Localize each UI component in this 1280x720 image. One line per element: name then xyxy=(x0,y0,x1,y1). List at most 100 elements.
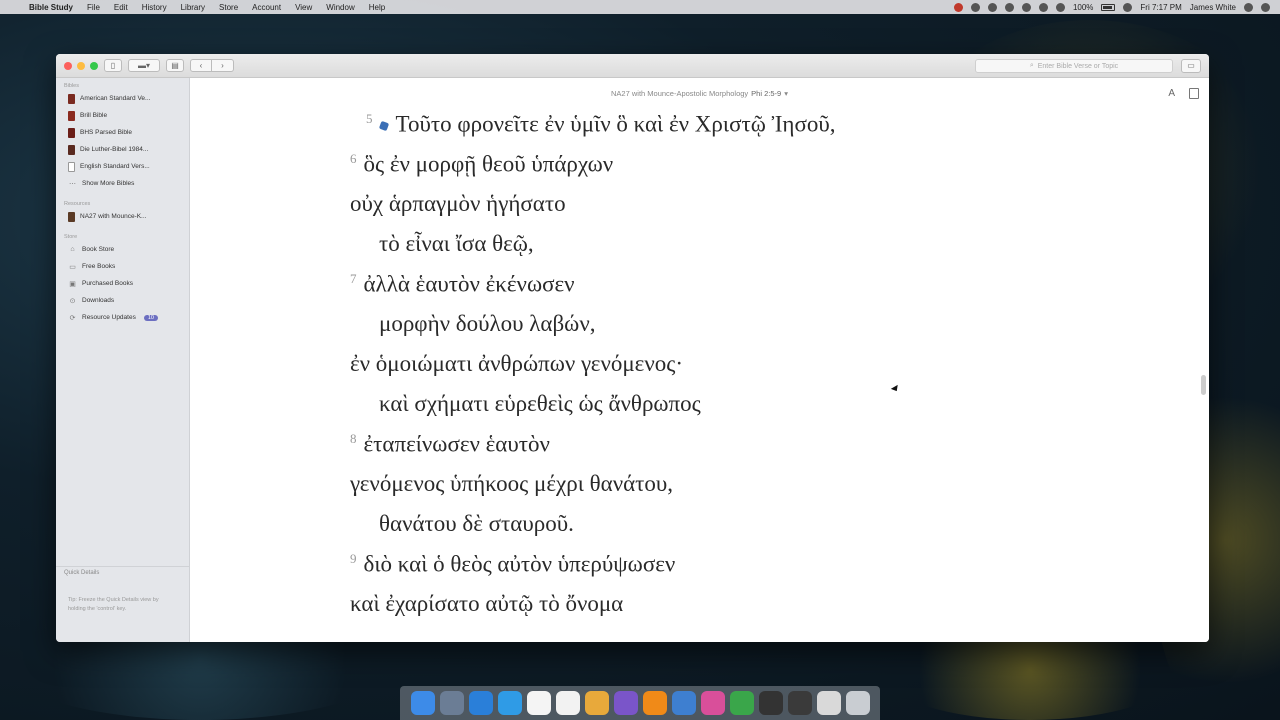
library-view-button[interactable]: ▬▾ xyxy=(128,59,160,72)
history-nav: ‹ › xyxy=(190,59,234,72)
inspector-toggle-button[interactable]: ▭ xyxy=(1181,59,1201,73)
verse-number[interactable]: 7 xyxy=(350,271,357,286)
gift-icon: ▭ xyxy=(69,263,76,271)
verse-number[interactable]: 6 xyxy=(350,151,357,166)
menu-window[interactable]: Window xyxy=(319,3,361,12)
battery-percent[interactable]: 100% xyxy=(1073,3,1093,12)
verse-line[interactable]: μορφὴν δούλου λαβών, xyxy=(379,311,595,337)
menu-edit[interactable]: Edit xyxy=(107,3,135,12)
calendar-icon[interactable] xyxy=(526,691,551,715)
flag-icon[interactable] xyxy=(1123,2,1133,12)
menubar-user[interactable]: James White xyxy=(1190,3,1236,12)
notification-center-icon[interactable] xyxy=(1261,2,1270,12)
verse-line[interactable]: τὸ εἶναι ἴσα θεῷ, xyxy=(379,231,534,257)
menu-library[interactable]: Library xyxy=(174,3,212,12)
app-store-icon[interactable] xyxy=(468,691,493,715)
font-settings-icon[interactable]: A xyxy=(1168,88,1175,99)
verse-line[interactable]: 5 Τοῦτο φρονεῖτε ἐν ὑμῖν ὃ καὶ ἐν Χριστῷ … xyxy=(366,111,835,138)
search-icon: ⌕ xyxy=(1029,62,1034,69)
menu-app-name[interactable]: Bible Study xyxy=(22,3,80,12)
screen-thumbnail-icon[interactable] xyxy=(787,691,812,715)
verse-number[interactable]: 5 xyxy=(366,111,373,126)
verse-line[interactable]: γενόμενος ὑπήκοος μέχρι θανάτου, xyxy=(350,471,673,497)
forward-button[interactable]: › xyxy=(212,59,234,72)
verse-line[interactable]: καὶ σχήματι εὑρεθεὶς ὡς ἄνθρωπος xyxy=(379,391,701,417)
sidebar-item-book-store[interactable]: ⌂ Book Store xyxy=(56,241,189,258)
close-window-button[interactable] xyxy=(64,61,72,70)
clock-icon[interactable] xyxy=(1004,2,1014,12)
document-header[interactable]: NA27 with Mounce-Apostolic Morphology Ph… xyxy=(190,78,1209,108)
verse-line[interactable]: 8 ἐταπείνωσεν ἑαυτὸν xyxy=(350,431,550,458)
sidebar-item-na27[interactable]: NA27 with Mounce-K... xyxy=(56,208,189,225)
bookmark-icon[interactable] xyxy=(1189,88,1199,99)
sidebar-item-asv[interactable]: American Standard Ve... xyxy=(56,90,189,107)
reading-pane: NA27 with Mounce-Apostolic Morphology Ph… xyxy=(190,78,1209,642)
sidebar-icon: ▯ xyxy=(110,61,116,70)
verse-line[interactable]: καὶ ἐχαρίσατο αὐτῷ τὸ ὄνομα xyxy=(350,591,623,617)
quick-details-header[interactable]: Quick Details xyxy=(56,566,189,579)
chrome-icon[interactable] xyxy=(584,691,609,715)
notes-icon[interactable] xyxy=(555,691,580,715)
toggle-sidebar-button[interactable]: ▯ xyxy=(104,59,122,72)
scrollbar[interactable] xyxy=(1201,375,1206,395)
search-icon[interactable] xyxy=(1244,2,1253,12)
menu-view[interactable]: View xyxy=(288,3,319,12)
keynote-icon[interactable] xyxy=(671,691,696,715)
books-icon: ▬▾ xyxy=(137,61,150,70)
volume-icon[interactable] xyxy=(1055,2,1065,12)
layout-button[interactable]: ▤ xyxy=(166,59,184,72)
screen-thumbnail-icon[interactable] xyxy=(758,691,783,715)
sidebar-item-show-more[interactable]: ⋯ Show More Bibles xyxy=(56,175,189,192)
menu-history[interactable]: History xyxy=(135,3,174,12)
book-icon xyxy=(68,110,75,121)
menu-account[interactable]: Account xyxy=(245,3,288,12)
refresh-icon: ⟳ xyxy=(69,314,76,322)
wifi-icon[interactable] xyxy=(1038,2,1048,12)
camtasia-icon[interactable] xyxy=(729,691,754,715)
back-button[interactable]: ‹ xyxy=(190,59,212,72)
menu-bar: Bible Study File Edit History Library St… xyxy=(0,0,1280,14)
note-marker-icon[interactable] xyxy=(378,121,389,132)
verse-line[interactable]: ἐν ὁμοιώματι ἀνθρώπων γενόμενος· xyxy=(350,351,683,377)
sidebar-item-bhs[interactable]: BHS Parsed Bible xyxy=(56,124,189,141)
bible-search-input[interactable]: ⌕ Enter Bible Verse or Topic xyxy=(975,59,1173,73)
menu-help[interactable]: Help xyxy=(362,3,392,12)
menu-file[interactable]: File xyxy=(80,3,107,12)
dropbox-icon[interactable] xyxy=(987,2,997,12)
window-controls xyxy=(64,61,98,70)
sidebar-item-purchased-books[interactable]: ▣ Purchased Books xyxy=(56,275,189,292)
sidebar-item-brill[interactable]: Brill Bible xyxy=(56,107,189,124)
launchpad-icon[interactable] xyxy=(439,691,464,715)
sidebar-item-downloads[interactable]: ⊙ Downloads xyxy=(56,292,189,309)
itunes-icon[interactable] xyxy=(700,691,725,715)
zoom-window-button[interactable] xyxy=(90,61,98,70)
more-icon: ⋯ xyxy=(69,180,76,188)
window-toolbar: ▯ ▬▾ ▤ ‹ › ⌕ Enter Bible Verse or Topic … xyxy=(56,54,1209,78)
safari-icon[interactable] xyxy=(497,691,522,715)
bluetooth-icon[interactable] xyxy=(1021,2,1031,12)
verse-line[interactable]: 6 ὃς ἐν μορφῇ θεοῦ ὑπάρχων xyxy=(350,151,613,178)
battery-icon[interactable] xyxy=(1101,3,1116,11)
menubar-clock[interactable]: Fri 7:17 PM xyxy=(1140,3,1181,12)
shield-icon[interactable] xyxy=(970,2,980,12)
panel-icon: ▭ xyxy=(1187,61,1195,70)
menu-store[interactable]: Store xyxy=(212,3,245,12)
verse-line[interactable]: 9 διὸ καὶ ὁ θεὸς αὐτὸν ὑπερύψωσεν xyxy=(350,551,675,578)
verse-text: θανάτου δὲ σταυροῦ. xyxy=(379,511,574,536)
screen-thumbnail-icon[interactable] xyxy=(816,691,841,715)
sidebar-item-luther[interactable]: Die Luther-Bibel 1984... xyxy=(56,141,189,158)
bible-study-icon[interactable] xyxy=(613,691,638,715)
minimize-window-button[interactable] xyxy=(77,61,85,70)
sidebar-item-esv[interactable]: English Standard Vers... xyxy=(56,158,189,175)
trash-icon[interactable] xyxy=(845,691,870,715)
verse-line[interactable]: οὐχ ἁρπαγμὸν ἡγήσατο xyxy=(350,191,566,217)
verse-number[interactable]: 8 xyxy=(350,431,357,446)
verse-number[interactable]: 9 xyxy=(350,551,357,566)
finder-icon[interactable] xyxy=(410,691,435,715)
sidebar-item-free-books[interactable]: ▭ Free Books xyxy=(56,258,189,275)
record-icon[interactable] xyxy=(953,2,963,12)
vlc-icon[interactable] xyxy=(642,691,667,715)
verse-line[interactable]: θανάτου δὲ σταυροῦ. xyxy=(379,511,574,537)
sidebar-item-resource-updates[interactable]: ⟳ Resource Updates 10 xyxy=(56,309,189,326)
verse-line[interactable]: 7 ἀλλὰ ἑαυτὸν ἐκένωσεν xyxy=(350,271,575,298)
